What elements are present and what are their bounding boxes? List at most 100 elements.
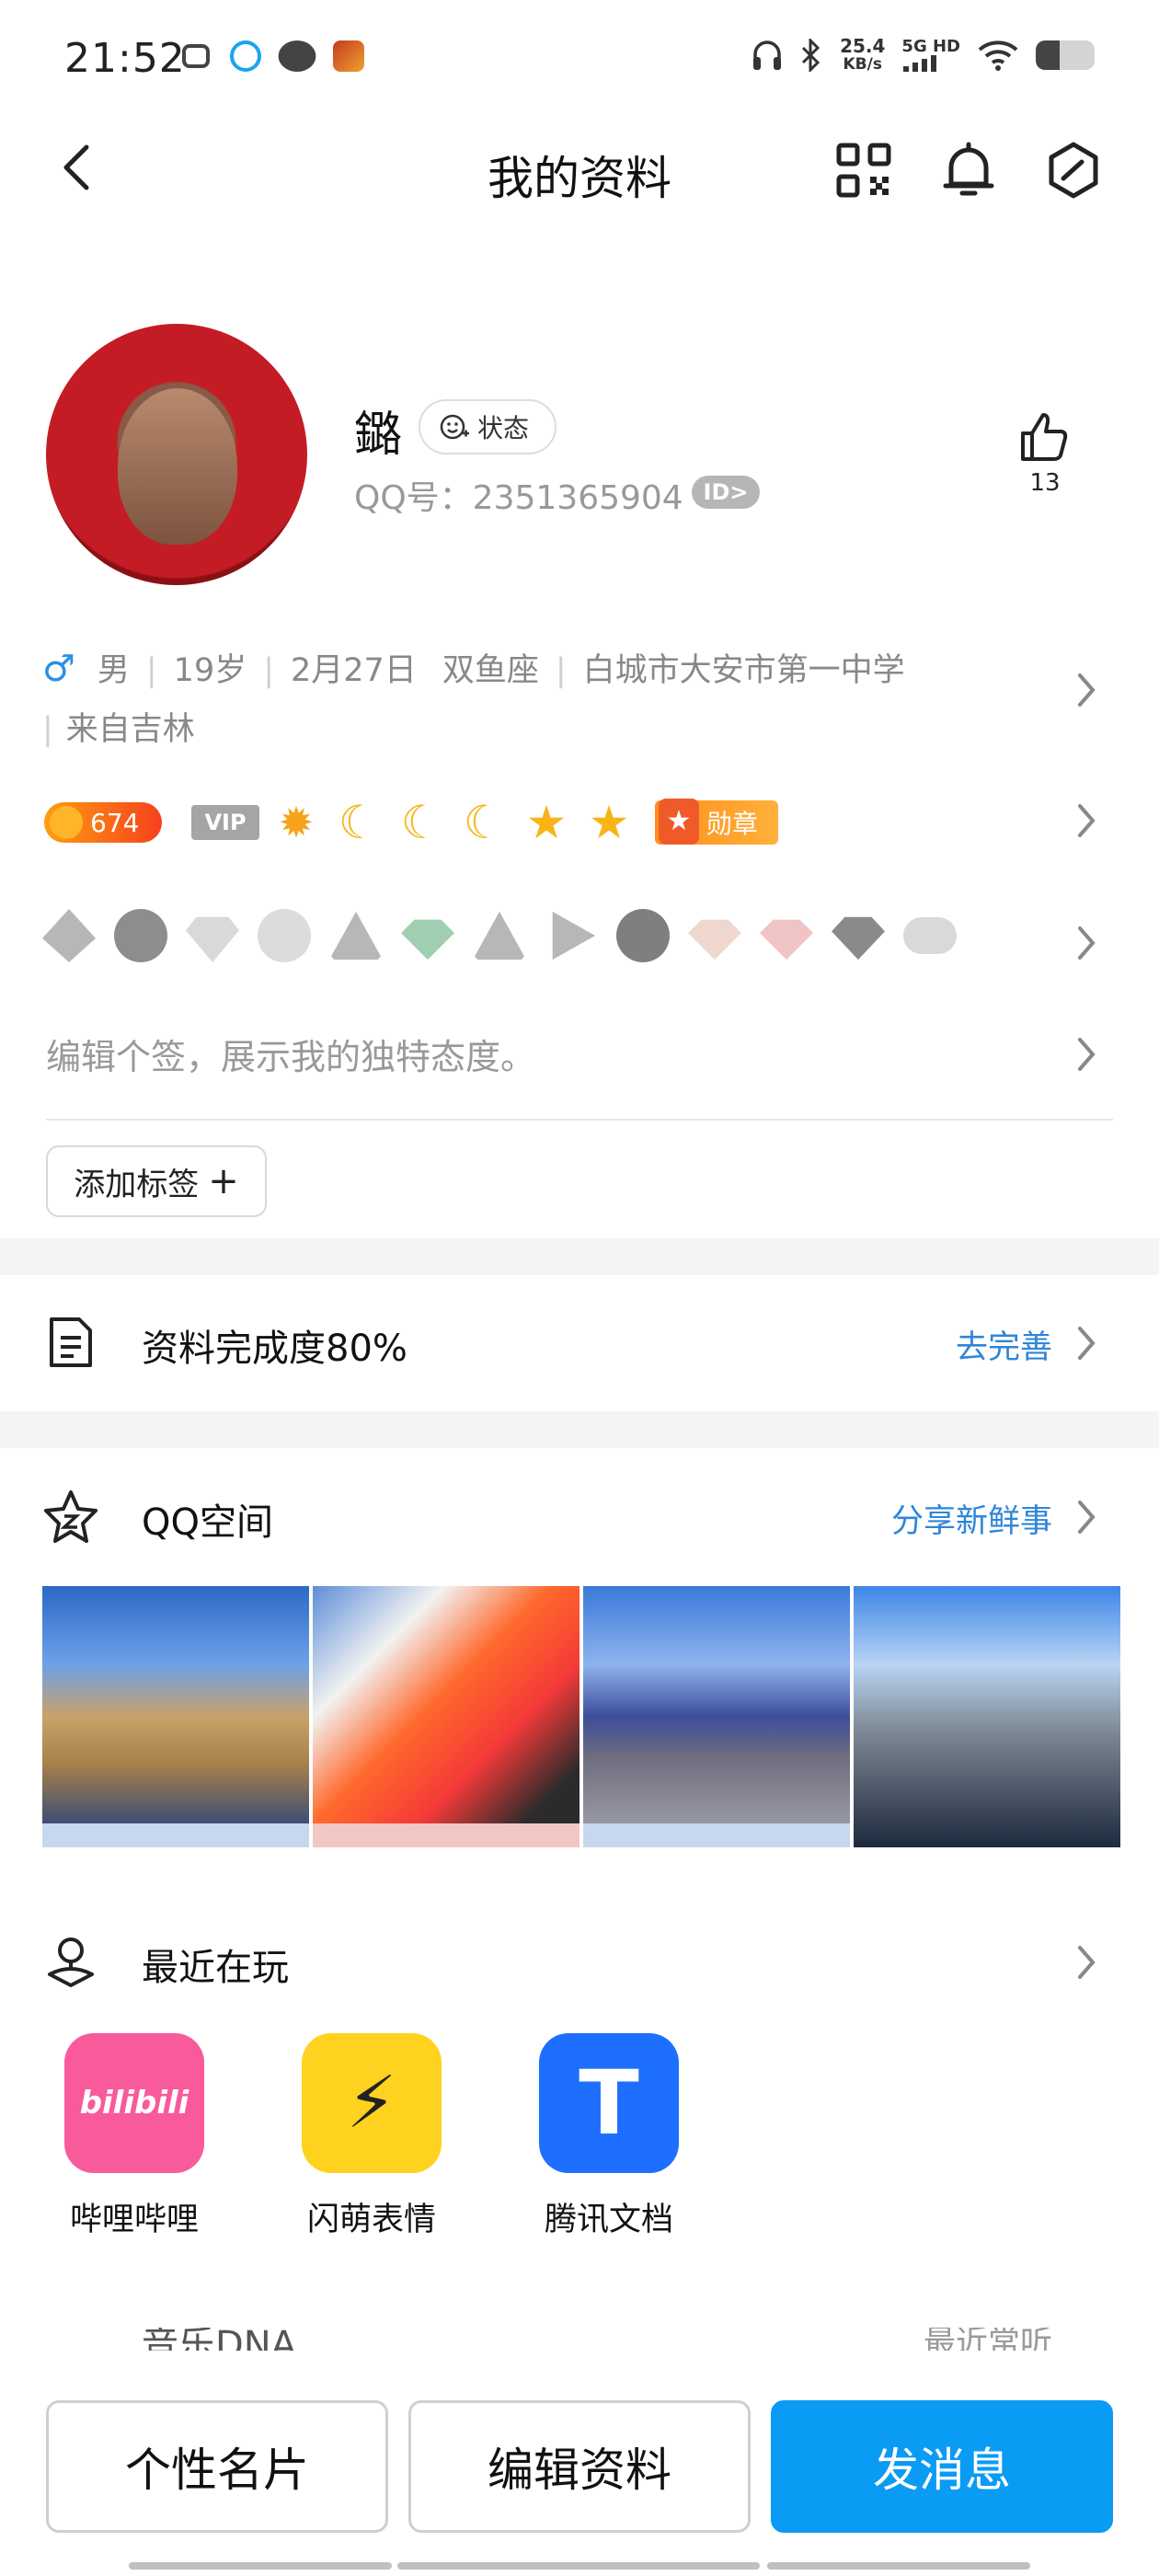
status-label: 状态 [477, 413, 530, 443]
chevron-right-icon[interactable] [1073, 800, 1100, 841]
profile-card-button[interactable]: 个性名片 [46, 2400, 388, 2533]
mountain-icon [473, 911, 526, 960]
divider [46, 1119, 1113, 1121]
chevron-right-icon[interactable] [1073, 1034, 1100, 1075]
basic-info[interactable]: ♂ 男 | 19岁 | 2月27日 双鱼座 | 白城市大安市第一中学 | 来自吉林 [42, 639, 1054, 759]
play-icon [552, 911, 596, 960]
location-person-icon [48, 1938, 94, 1987]
app-name: 闪萌表情 [306, 2202, 436, 2238]
section-gap [0, 1238, 1159, 1275]
recent-play-label: 最近在玩 [142, 1947, 289, 1989]
tencent-docs-icon: T [539, 2033, 679, 2173]
app-shanmeng[interactable]: ⚡ 闪萌表情 [302, 2033, 442, 2240]
moon-level-icon: ☾ [463, 796, 505, 849]
music-dna-label: 音乐DNA [142, 2328, 297, 2353]
sun-level-icon: ✹ [278, 798, 315, 847]
medal-badge: 勋章 [655, 799, 779, 845]
chevron-right-icon[interactable] [1073, 1323, 1100, 1363]
app-name: 腾讯文档 [544, 2202, 673, 2238]
moon-level-icon: ☾ [400, 796, 442, 849]
share-news-link[interactable]: 分享新鲜事 [891, 1495, 1052, 1542]
qzone-photos [42, 1586, 1120, 1847]
diamond-icon [186, 916, 239, 962]
cloud-icon [903, 917, 957, 954]
nav-bar: 我的资料 [0, 120, 1159, 221]
home-indicator [129, 2562, 392, 2570]
network-type: 5G HD [901, 37, 960, 56]
recent-apps: bilibili 哔哩哔哩 ⚡ 闪萌表情 T 腾讯文档 [64, 2033, 679, 2240]
add-tag-label: 添加标签 [74, 1166, 200, 1203]
recently-played-link[interactable]: 最近常听 [924, 2328, 1052, 2353]
k-app-icon [230, 40, 261, 72]
bluetooth-icon [802, 39, 820, 72]
green-diamond-icon [401, 919, 454, 960]
status-bar: 21:52 25.4 KB/s 5G HD [0, 0, 1159, 120]
qzone-photo[interactable] [583, 1586, 850, 1847]
app-tencent-docs[interactable]: T 腾讯文档 [539, 2033, 679, 2240]
signal-block: 5G HD [901, 39, 960, 72]
nickname: 鏴 [354, 408, 403, 463]
qzone-photo[interactable] [313, 1586, 580, 1847]
star-outline-icon [44, 1490, 98, 1543]
plus-icon: + [208, 1160, 239, 1202]
id-badge[interactable]: ID> [692, 476, 760, 509]
lightning-icon: ⚡ [302, 2033, 442, 2173]
home-indicator [397, 2562, 760, 2570]
speed-value: 25.4 [840, 35, 886, 57]
add-tag-button[interactable]: 添加标签 + [46, 1145, 267, 1217]
home-indicator [767, 2562, 1030, 2570]
chevron-right-icon[interactable] [1073, 670, 1100, 710]
chevron-right-icon[interactable] [1073, 1942, 1100, 1983]
status-button[interactable]: 状态 [419, 399, 557, 454]
section-gap [0, 1411, 1159, 1448]
completion-label: 资料完成度80% [142, 1328, 407, 1370]
gender: 男 [97, 652, 130, 689]
bomb-icon [258, 909, 311, 962]
signal-icon [903, 55, 937, 72]
rose-diamond-icon [760, 919, 813, 960]
qzone-photo[interactable] [42, 1586, 309, 1847]
qzone-photo[interactable] [854, 1586, 1120, 1847]
edit-profile-button[interactable]: 编辑资料 [408, 2400, 751, 2533]
system-status: 25.4 KB/s 5G HD [752, 37, 1095, 74]
bell-icon[interactable] [938, 140, 999, 201]
link-icon [278, 40, 316, 72]
qr-code-icon[interactable] [833, 140, 894, 201]
badges-row[interactable]: 674 VIP ✹ ☾ ☾ ☾ ★ ★ 勋章 [44, 796, 779, 849]
battery-icon [1036, 40, 1095, 70]
school: 白城市大安市第一中学 [582, 652, 905, 689]
star-level-icon: ★ [525, 796, 568, 849]
signature-field[interactable]: 编辑个签，展示我的独特态度。 [46, 1029, 535, 1079]
wifi-icon [978, 40, 1018, 71]
bilibili-icon: bilibili [64, 2033, 204, 2173]
chevron-right-icon[interactable] [1073, 1497, 1100, 1537]
qq-number: QQ号：2351365904 [354, 479, 683, 517]
headphones-icon [753, 40, 782, 70]
complete-profile-link[interactable]: 去完善 [956, 1321, 1052, 1368]
achievement-icons-row[interactable] [42, 909, 957, 962]
app-bilibili[interactable]: bilibili 哔哩哔哩 [64, 2033, 204, 2240]
qzone-label[interactable]: QQ空间 [142, 1492, 273, 1546]
settings-hexagon-icon[interactable] [1043, 140, 1104, 201]
notification-icons [182, 40, 364, 72]
like-count: 13 [1029, 469, 1061, 497]
speed-unit: KB/s [843, 55, 882, 74]
vip-badge: VIP [191, 805, 259, 840]
mountain-icon [329, 911, 383, 960]
moon-level-icon: ☾ [338, 796, 380, 849]
male-icon: ♂ [42, 648, 75, 690]
grey-diamond-icon [832, 916, 885, 960]
pink-diamond-icon [688, 919, 741, 960]
thumbs-up-icon[interactable] [1016, 409, 1071, 465]
music-dna-row[interactable]: 音乐DNA 最近常听 [0, 2328, 1159, 2353]
crown-penguin-icon [616, 909, 670, 962]
chevron-right-icon[interactable] [1073, 923, 1100, 963]
avatar[interactable] [46, 324, 307, 585]
network-speed: 25.4 KB/s [840, 37, 885, 74]
send-message-button[interactable]: 发消息 [771, 2400, 1113, 2533]
hometown: 来自吉林 [65, 711, 195, 748]
smile-status-icon [440, 414, 469, 440]
zodiac: 双鱼座 [442, 652, 539, 689]
bottom-action-bar: 个性名片 编辑资料 发消息 [0, 2351, 1159, 2576]
document-icon [50, 1317, 92, 1367]
